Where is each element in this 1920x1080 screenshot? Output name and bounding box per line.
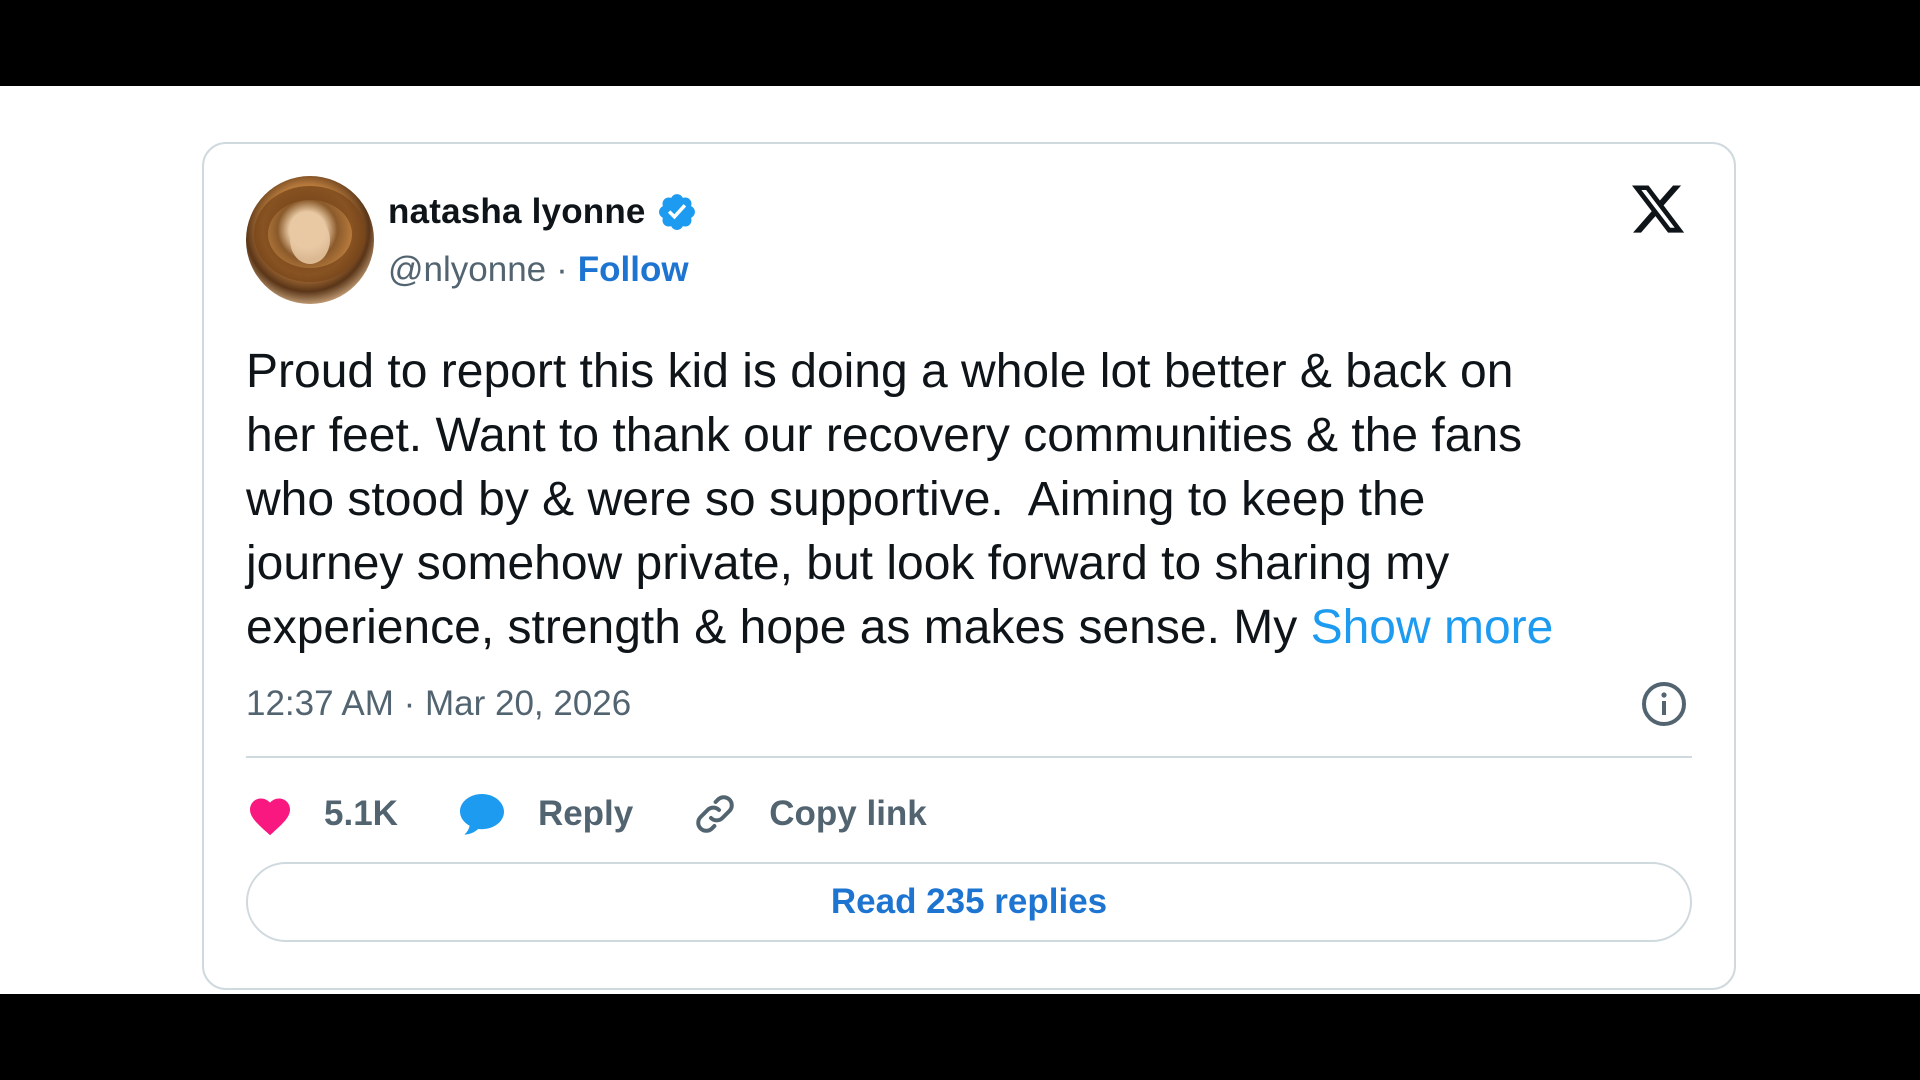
tweet-card: natasha lyonne @nlyonne · Follow Proud t… [202, 142, 1736, 990]
reply-label: Reply [537, 794, 634, 833]
author-row: natasha lyonne [388, 190, 698, 234]
info-icon[interactable] [1640, 680, 1688, 728]
handle-row: @nlyonne · Follow [388, 248, 689, 292]
copy-link-button[interactable]: Copy link [691, 790, 927, 838]
speech-bubble-icon [459, 794, 504, 835]
heart-icon [250, 798, 290, 836]
read-replies-button[interactable]: Read 235 replies [246, 862, 1692, 942]
action-bar: 5.1K Reply Copy link [246, 784, 985, 844]
timestamp[interactable]: 12:37 AM · Mar 20, 2026 [246, 684, 631, 724]
divider [246, 756, 1692, 758]
copy-link-label: Copy link [769, 794, 927, 833]
like-count: 5.1K [324, 794, 398, 833]
avatar[interactable] [246, 176, 374, 304]
tweet-text: Proud to report this kid is doing a whol… [246, 340, 1696, 660]
reply-button[interactable]: Reply [456, 790, 633, 838]
show-more-link[interactable]: Show more [1311, 601, 1554, 654]
verified-badge-icon [658, 194, 695, 230]
author-handle[interactable]: @nlyonne [388, 250, 546, 290]
separator-dot: · [556, 250, 568, 289]
link-icon [696, 795, 734, 833]
author-name[interactable]: natasha lyonne [388, 192, 646, 232]
follow-button[interactable]: Follow [578, 250, 689, 290]
avatar-face [290, 216, 330, 264]
like-button[interactable]: 5.1K [246, 792, 398, 836]
embed-stage: natasha lyonne @nlyonne · Follow Proud t… [0, 86, 1920, 994]
x-logo-icon[interactable] [1628, 180, 1688, 238]
